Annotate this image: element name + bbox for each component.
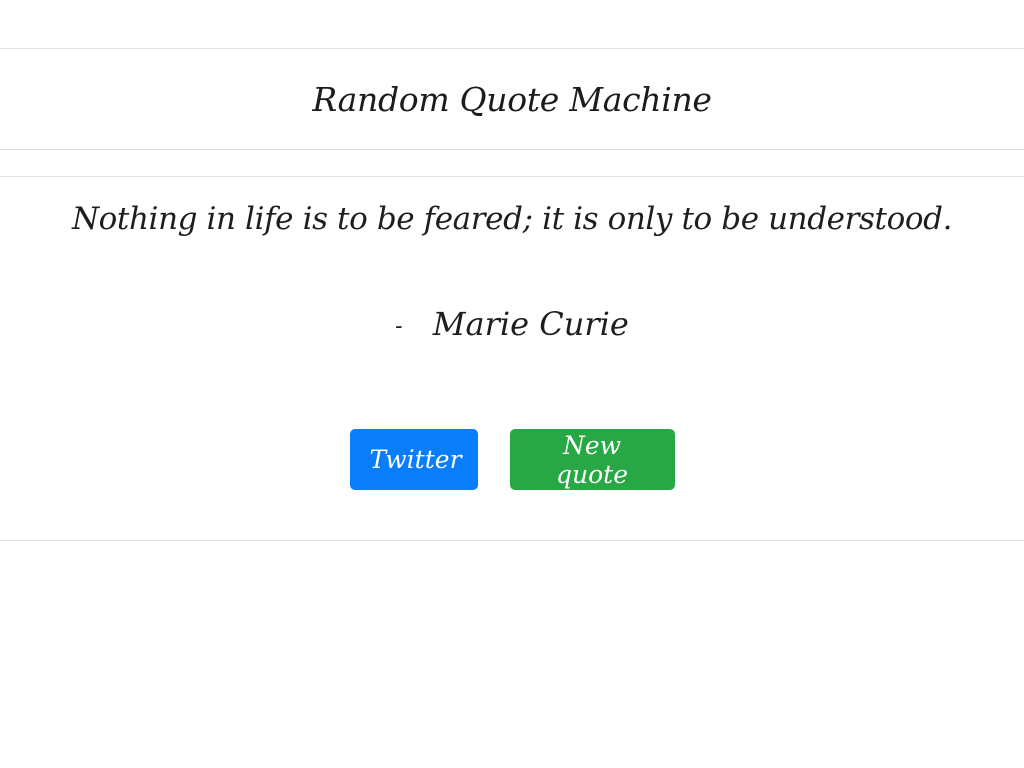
header-panel: Random Quote Machine — [0, 48, 1024, 150]
twitter-button[interactable]: Twitter — [349, 429, 478, 490]
page: Random Quote Machine Nothing in life is … — [0, 0, 1024, 768]
quote-author: Marie Curie — [432, 305, 629, 343]
page-title: Random Quote Machine — [312, 79, 712, 119]
quote-panel: Nothing in life is to be feared; it is o… — [0, 176, 1024, 541]
action-buttons: Twitter New quote — [0, 429, 1024, 490]
author-line: - Marie Curie — [0, 305, 1024, 343]
new-quote-button[interactable]: New quote — [509, 429, 675, 490]
quote-text: Nothing in life is to be feared; it is o… — [71, 201, 953, 237]
author-dash: - — [395, 314, 403, 339]
